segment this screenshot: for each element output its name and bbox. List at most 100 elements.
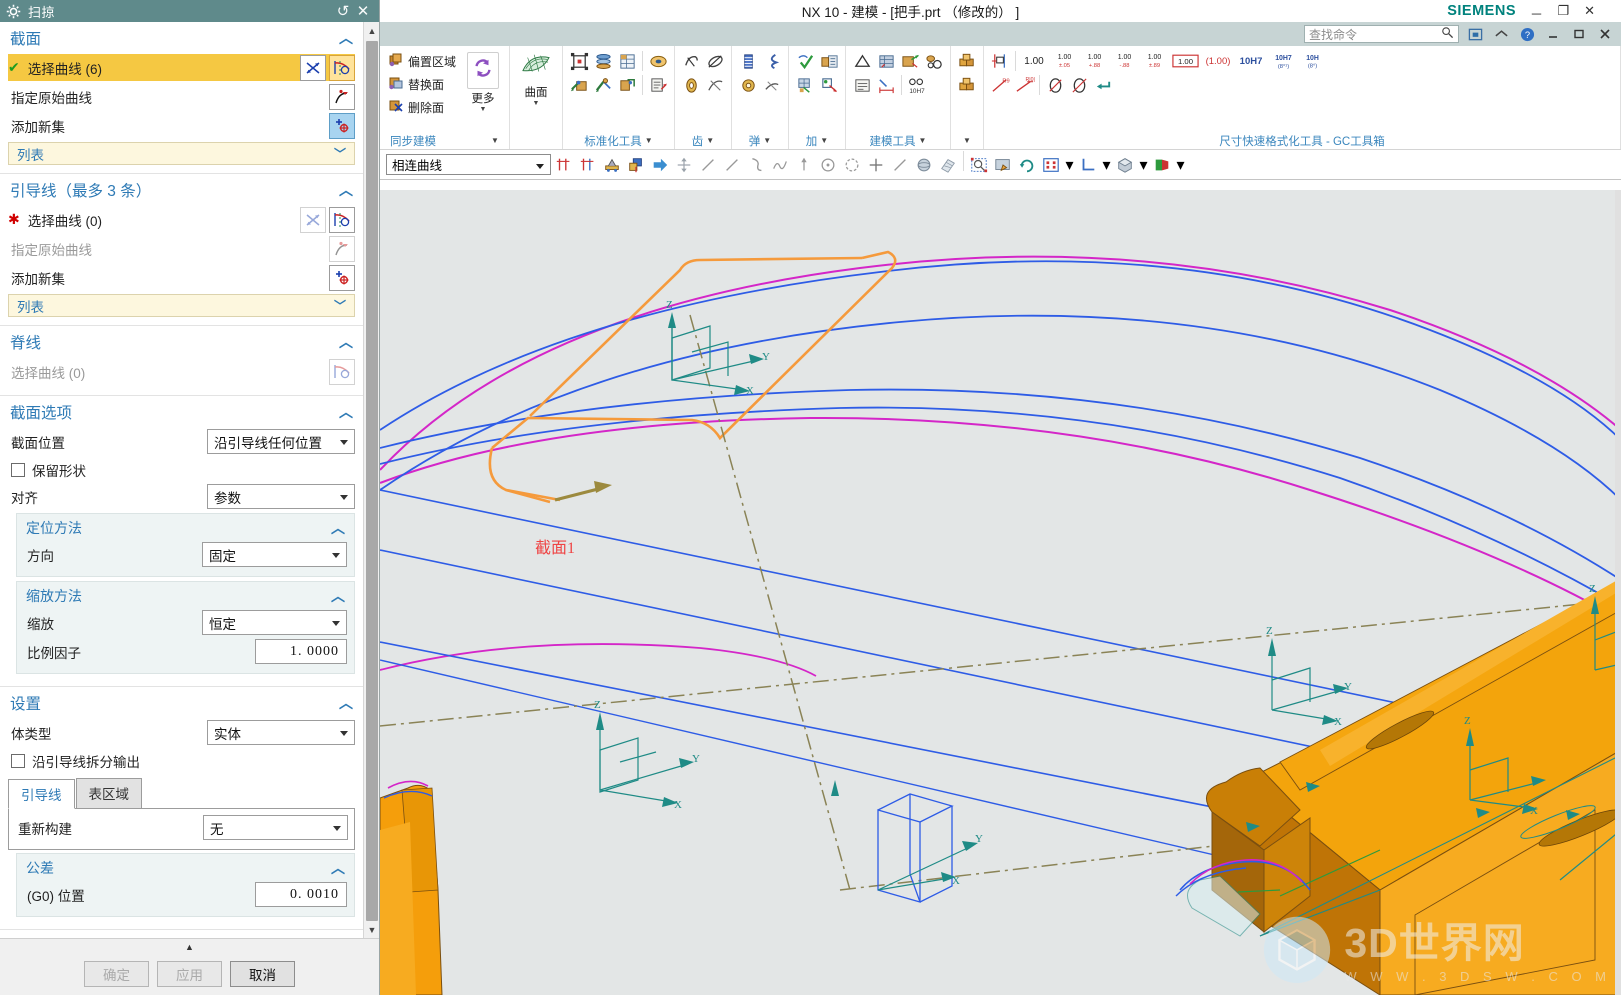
guide-list-bar[interactable]: 列表 ﹀ xyxy=(8,294,355,317)
tab-guide[interactable]: 引导线 xyxy=(8,779,75,809)
table-icon[interactable] xyxy=(875,50,897,72)
window-close-button[interactable]: ✕ xyxy=(1584,3,1595,19)
library-add-icon[interactable] xyxy=(818,50,840,72)
dim-1-00[interactable]: 1.00 xyxy=(1020,50,1048,72)
command-search-box[interactable]: 查找命令 xyxy=(1304,25,1459,43)
chevron-down-icon[interactable]: ﹀ xyxy=(334,297,346,314)
select-curve-picker-icon[interactable] xyxy=(329,54,355,81)
gear-a-icon[interactable] xyxy=(680,50,702,72)
line-icon[interactable] xyxy=(697,154,719,176)
dim-icon[interactable] xyxy=(875,74,897,96)
dim-paren-1-00[interactable]: (1.00) xyxy=(1202,50,1234,72)
block-stack-icon[interactable] xyxy=(956,50,978,72)
dia-icon[interactable] xyxy=(1044,74,1066,96)
dim-slash-a[interactable]: R9 xyxy=(989,74,1011,96)
line2-icon[interactable] xyxy=(721,154,743,176)
spreadsheet-icon[interactable] xyxy=(616,50,638,72)
spring-wire-icon[interactable] xyxy=(737,74,759,96)
stack-icon[interactable] xyxy=(592,50,614,72)
assembly-icon[interactable] xyxy=(568,74,590,96)
render-icon[interactable] xyxy=(1151,154,1173,176)
group-dropdown-icon[interactable]: ▼ xyxy=(919,136,927,145)
gear-b-icon[interactable] xyxy=(704,50,726,72)
section-specify-origin-row[interactable]: 指定原始曲线 xyxy=(8,83,355,110)
window-minimize-button[interactable]: － xyxy=(1530,4,1543,23)
tol-10h7-icon[interactable]: 10H7 xyxy=(906,74,928,96)
dim-10h7-8b[interactable]: 10H (8°) xyxy=(1300,50,1324,72)
tolerance-header[interactable]: 公差 ︿ xyxy=(24,854,347,881)
group-dropdown-icon[interactable]: ▼ xyxy=(763,136,771,145)
zoom-window-icon[interactable] xyxy=(968,154,990,176)
grid-add-icon[interactable] xyxy=(794,74,816,96)
chevron-down-icon[interactable]: ▼ xyxy=(533,100,540,107)
dim-edit-icon[interactable] xyxy=(989,50,1011,72)
section-header-settings[interactable]: 设置 ︿ xyxy=(0,687,363,719)
weld-icon[interactable] xyxy=(592,74,614,96)
preserve-shape-checkbox[interactable] xyxy=(11,463,25,477)
part-family-icon[interactable] xyxy=(568,50,590,72)
restore-window-icon[interactable] xyxy=(1465,25,1485,43)
slash-icon[interactable] xyxy=(889,154,911,176)
split-output-checkbox[interactable] xyxy=(11,754,25,768)
group-dropdown-icon[interactable]: ▼ xyxy=(645,136,653,145)
group-dropdown-icon[interactable]: ▼ xyxy=(820,136,828,145)
section-select-curve-row[interactable]: ✔ 选择曲线 (6) xyxy=(8,54,355,81)
section-header-section[interactable]: 截面 ︿ xyxy=(0,22,363,54)
collapse-ribbon-icon[interactable] xyxy=(1491,25,1511,43)
reverse-direction-icon[interactable] xyxy=(300,54,326,81)
chevron-down-icon[interactable]: ▼ xyxy=(480,106,487,113)
scroll-down-icon[interactable]: ▼ xyxy=(364,921,379,938)
delete-face-button[interactable]: 删除面 xyxy=(385,96,459,118)
scaling-select[interactable]: 恒定 xyxy=(202,610,347,635)
attribute-icon[interactable] xyxy=(647,50,669,72)
specify-origin-curve-icon[interactable] xyxy=(329,83,355,110)
group-dropdown-icon[interactable]: ▼ xyxy=(963,136,971,145)
group-dropdown-icon[interactable]: ▼ xyxy=(706,136,714,145)
chevron-up-icon[interactable]: ︿ xyxy=(339,31,353,45)
snap-point-icon[interactable] xyxy=(553,154,575,176)
chevron-up-icon[interactable]: ︿ xyxy=(331,521,345,535)
dim-slash-b[interactable]: R|0| xyxy=(1013,74,1035,96)
surface-button[interactable]: 曲面 ▼ xyxy=(515,50,557,107)
minimize-icon[interactable] xyxy=(1543,25,1563,43)
pmi-add-icon[interactable] xyxy=(899,50,921,72)
window-restore-button[interactable]: ❐ xyxy=(1557,3,1569,19)
dialog-collapse-grip[interactable]: ▲ xyxy=(0,939,379,954)
rebuild-select[interactable]: 无 xyxy=(203,815,348,840)
offset-region-button[interactable]: 偏置区域 xyxy=(385,50,459,72)
section-list-bar[interactable]: 列表 ﹀ xyxy=(8,142,355,165)
report-icon[interactable] xyxy=(647,74,669,96)
preserve-shape-checkbox-row[interactable]: 保留形状 xyxy=(8,457,355,483)
cancel-button[interactable]: 取消 xyxy=(230,961,295,987)
selection-filter-icon[interactable] xyxy=(601,154,623,176)
block-stack2-icon[interactable] xyxy=(956,74,978,96)
restore-icon[interactable] xyxy=(1569,25,1589,43)
help-icon[interactable]: ? xyxy=(1517,25,1537,43)
scrollbar-thumb[interactable] xyxy=(366,41,378,921)
section-header-guide[interactable]: 引导线（最多 3 条） ︿ xyxy=(0,174,363,206)
g0-position-input[interactable]: 0. 0010 xyxy=(255,882,347,907)
cam-icon[interactable] xyxy=(704,74,726,96)
dim-tol-89[interactable]: 1.00 ±.89 xyxy=(1140,50,1168,72)
shade-icon[interactable] xyxy=(1114,154,1136,176)
mesh-icon[interactable] xyxy=(937,154,959,176)
dim-box-1-00[interactable]: 1.00 xyxy=(1170,50,1200,72)
dia-slash-icon[interactable] xyxy=(1068,74,1090,96)
more-sync-button[interactable]: 更多 ▼ xyxy=(462,50,504,113)
rotate-icon[interactable] xyxy=(1016,154,1038,176)
arc-icon[interactable] xyxy=(745,154,767,176)
spline-pt-icon[interactable] xyxy=(769,154,791,176)
cad-viewport[interactable]: Z Y X Z Y X Y X Z Y X Z X Z 截面1 3D世界网 W … xyxy=(380,190,1621,995)
plus-icon[interactable] xyxy=(865,154,887,176)
direction-select[interactable]: 固定 xyxy=(202,542,347,567)
triangle-icon[interactable] xyxy=(851,50,873,72)
scroll-up-icon[interactable]: ▲ xyxy=(364,22,379,39)
spring-cut-icon[interactable] xyxy=(761,74,783,96)
check-add-icon[interactable] xyxy=(794,50,816,72)
select-curve-picker-icon[interactable] xyxy=(329,206,355,233)
body-type-select[interactable]: 实体 xyxy=(207,720,355,745)
dim-tol-05[interactable]: 1.00 ±.05 xyxy=(1050,50,1078,72)
group-dropdown-icon[interactable]: ▼ xyxy=(491,136,499,145)
section-header-spine[interactable]: 脊线 ︿ xyxy=(0,326,363,358)
split-output-checkbox-row[interactable]: 沿引导线拆分输出 xyxy=(8,748,355,774)
